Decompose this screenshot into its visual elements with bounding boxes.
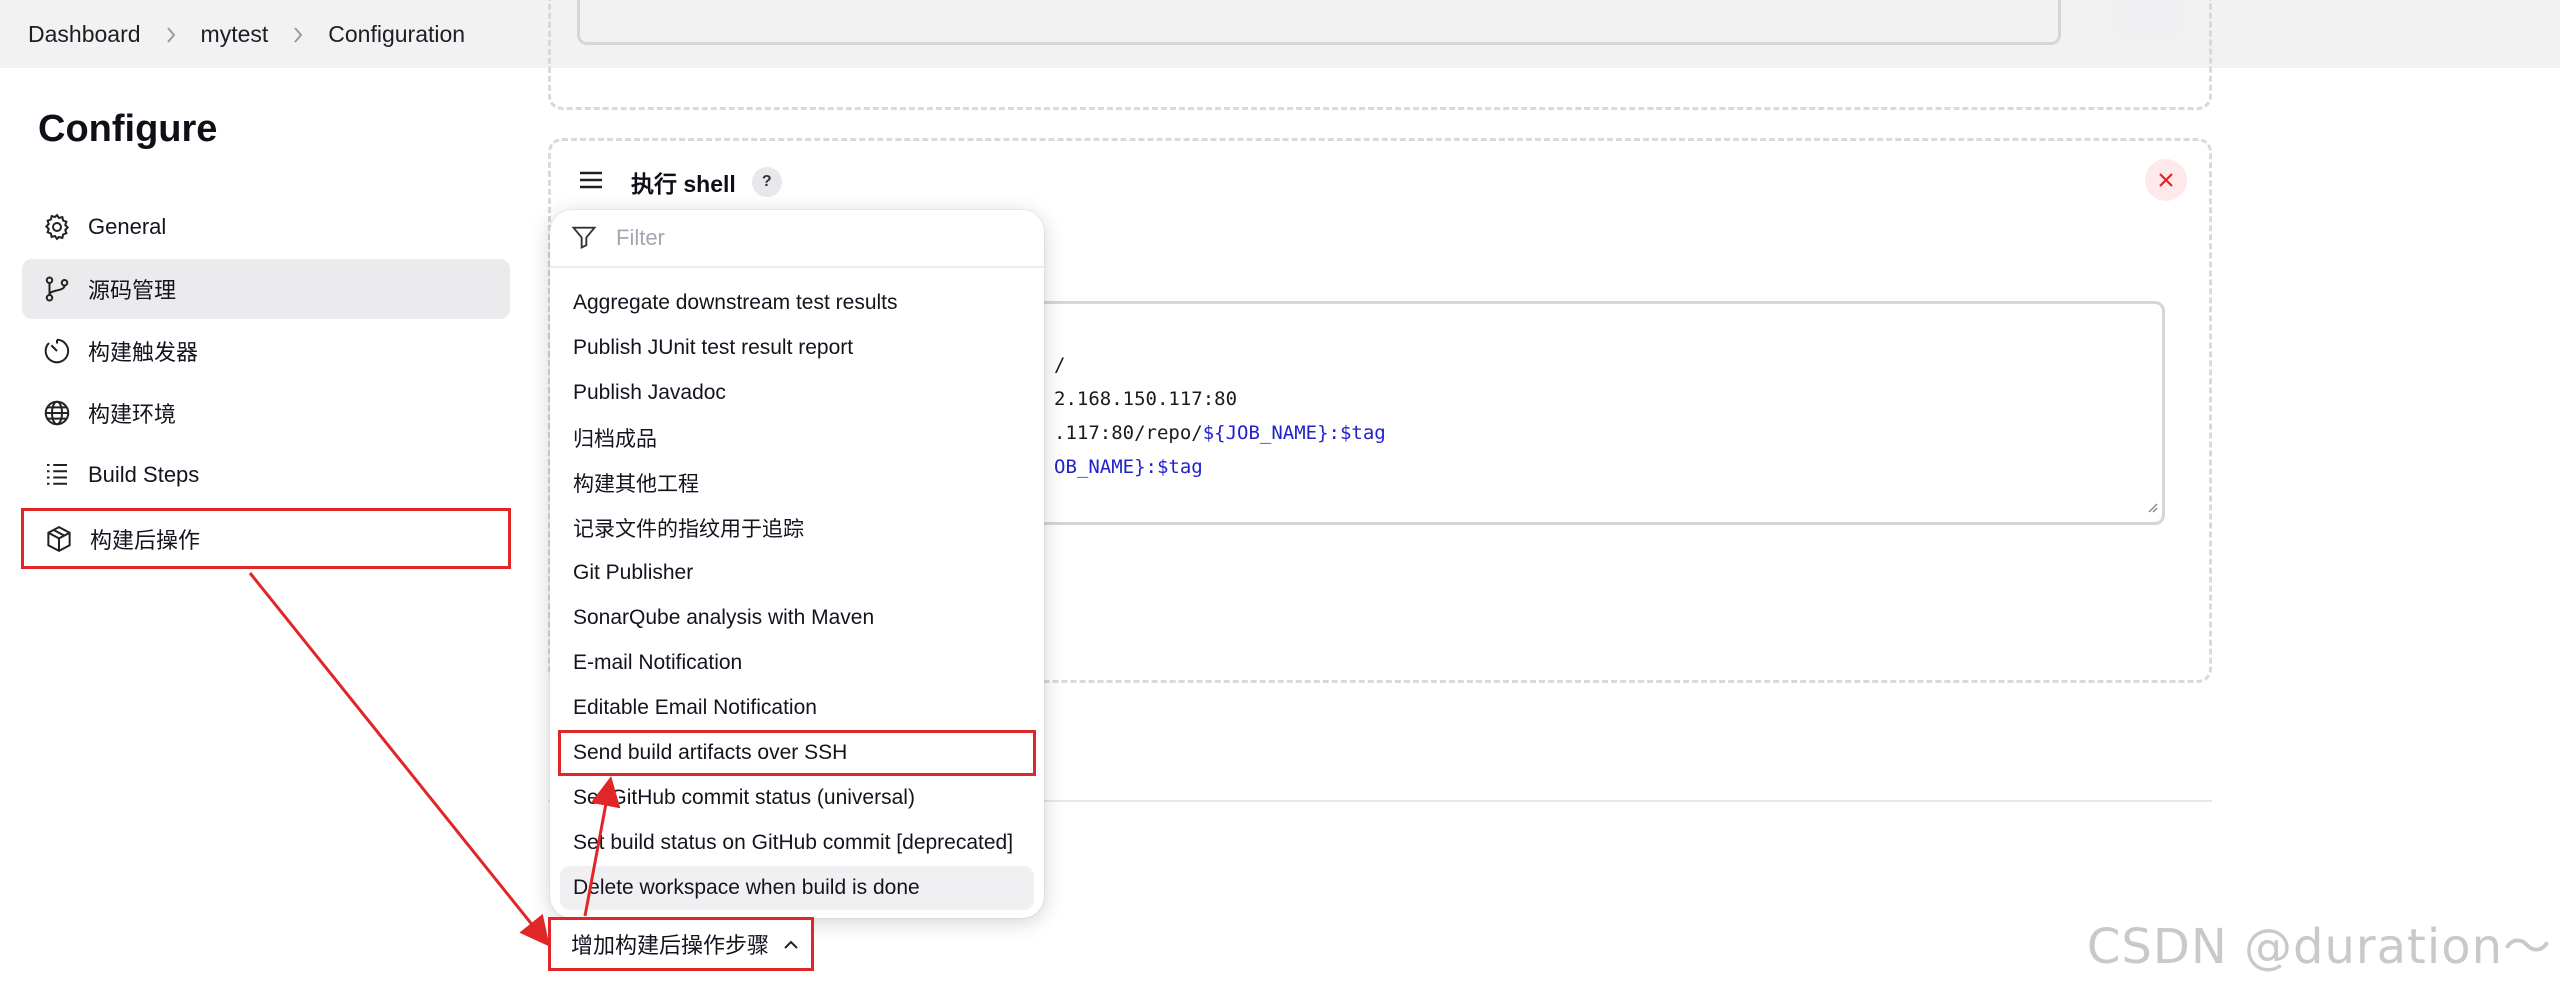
previous-step-input[interactable] bbox=[577, 0, 2061, 45]
code-line: / bbox=[1054, 354, 1066, 376]
chevron-right-icon bbox=[141, 21, 201, 48]
page-title: Configure bbox=[38, 108, 218, 150]
drag-handle-icon[interactable] bbox=[579, 171, 605, 194]
menu-item[interactable]: Delete workspace when build is done bbox=[560, 866, 1034, 910]
menu-item[interactable]: Send build artifacts over SSH bbox=[558, 730, 1036, 776]
code-line: OB_NAME}:$tag bbox=[1054, 456, 1203, 478]
timer-icon bbox=[40, 334, 74, 368]
globe-icon bbox=[40, 396, 74, 430]
menu-item[interactable]: Publish Javadoc bbox=[560, 371, 1034, 415]
filter-icon bbox=[570, 223, 600, 253]
breadcrumb-job[interactable]: mytest bbox=[201, 21, 269, 48]
sidebar-item-label: 构建环境 bbox=[88, 402, 177, 427]
list-icon bbox=[40, 458, 74, 492]
sidebar-item-build-triggers[interactable]: 构建触发器 bbox=[22, 321, 510, 381]
close-icon[interactable] bbox=[2145, 159, 2187, 201]
add-post-build-step-button[interactable]: 增加构建后操作步骤 bbox=[548, 917, 814, 971]
resize-grip-icon[interactable] bbox=[2146, 496, 2158, 518]
sidebar-item-build-environment[interactable]: 构建环境 bbox=[22, 383, 510, 443]
watermark: CSDN @duration～ bbox=[2086, 919, 2552, 975]
chevron-right-icon bbox=[268, 21, 328, 48]
sidebar-item-post-build-actions[interactable]: 构建后操作 bbox=[21, 508, 511, 569]
filter-row bbox=[550, 210, 1044, 268]
menu-item[interactable]: 记录文件的指纹用于追踪 bbox=[560, 506, 1034, 550]
menu-item[interactable]: 归档成品 bbox=[560, 416, 1034, 460]
previous-step-panel bbox=[548, 0, 2212, 110]
menu-item[interactable]: Aggregate downstream test results bbox=[560, 281, 1034, 325]
help-icon[interactable]: ? bbox=[751, 167, 782, 197]
sidebar-item-label: 构建触发器 bbox=[88, 340, 199, 365]
chevron-up-icon bbox=[783, 931, 799, 957]
branch-icon bbox=[40, 272, 74, 306]
menu-item[interactable]: 构建其他工程 bbox=[560, 461, 1034, 505]
shell-step-title: 执行 shell bbox=[631, 171, 736, 197]
package-icon bbox=[42, 522, 76, 556]
sidebar-item-build-steps[interactable]: Build Steps bbox=[22, 445, 510, 505]
breadcrumb-configuration[interactable]: Configuration bbox=[328, 21, 465, 48]
menu-item[interactable]: Publish JUnit test result report bbox=[560, 326, 1034, 370]
sidebar-item-label: 构建后操作 bbox=[90, 527, 201, 553]
sidebar-item-label: 源码管理 bbox=[88, 278, 177, 303]
breadcrumb-dashboard[interactable]: Dashboard bbox=[28, 21, 141, 48]
menu-item[interactable]: Set build status on GitHub commit [depre… bbox=[560, 821, 1034, 865]
sidebar-item-source-control[interactable]: 源码管理 bbox=[22, 259, 510, 319]
menu-item[interactable]: Set GitHub commit status (universal) bbox=[560, 776, 1034, 820]
code-line: 2.168.150.117:80 bbox=[1054, 388, 1238, 410]
sidebar-item-general[interactable]: General bbox=[22, 197, 510, 257]
add-step-label: 增加构建后操作步骤 bbox=[571, 933, 770, 958]
gear-icon bbox=[40, 210, 74, 244]
code-line: .117:80/repo/${JOB_NAME}:$tag bbox=[1054, 422, 1386, 444]
post-build-step-dropdown: Aggregate downstream test resultsPublish… bbox=[550, 210, 1044, 918]
menu-item[interactable]: Git Publisher bbox=[560, 551, 1034, 595]
sidebar-item-label: Build Steps bbox=[88, 462, 200, 487]
annotation-arrow bbox=[248, 572, 550, 947]
menu-item[interactable]: E-mail Notification bbox=[560, 641, 1034, 685]
menu-item[interactable]: SonarQube analysis with Maven bbox=[560, 596, 1034, 640]
sidebar-item-label: General bbox=[88, 214, 167, 239]
menu-item[interactable]: Editable Email Notification bbox=[560, 686, 1034, 730]
previous-step-button[interactable] bbox=[2113, 0, 2183, 39]
filter-input[interactable] bbox=[616, 225, 996, 251]
